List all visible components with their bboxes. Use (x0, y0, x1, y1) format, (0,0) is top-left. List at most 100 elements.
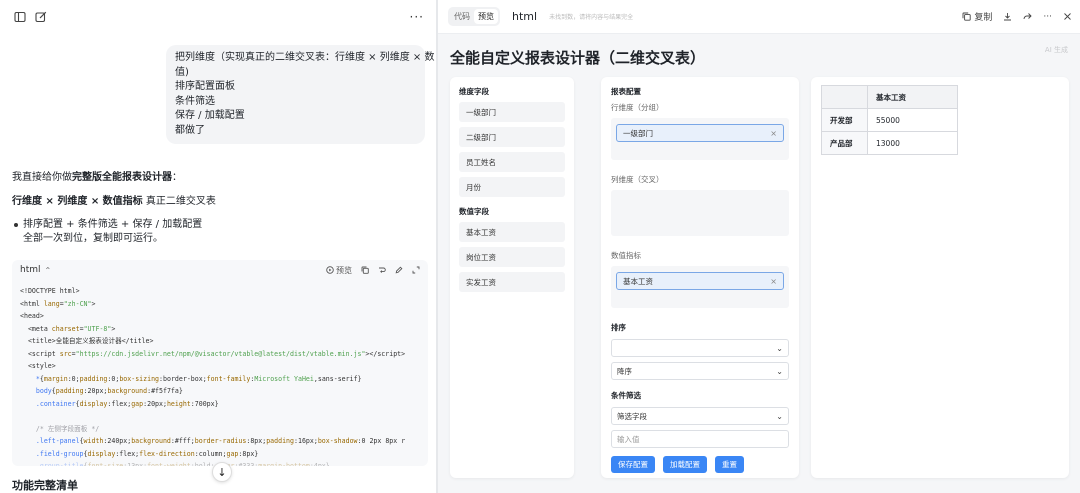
expand-icon[interactable] (412, 266, 420, 274)
dimension-field[interactable]: 一级部门 (459, 102, 565, 122)
reset-button[interactable]: 重置 (715, 456, 744, 473)
more-icon[interactable]: ··· (410, 10, 424, 24)
config-buttons: 保存配置 加载配置 重置 (611, 456, 789, 473)
column-dimension-label: 列维度（交叉） (611, 175, 664, 184)
chevron-down-icon: ⌄ (776, 366, 783, 376)
value-measure-dropzone[interactable]: 基本工资 × (611, 266, 789, 308)
filter-field-select[interactable]: 筛选字段 ⌄ (611, 407, 789, 425)
code-tools: 预览 (326, 265, 420, 276)
page-title: 全能自定义报表设计器（二维交叉表） (450, 49, 706, 67)
measure-field[interactable]: 岗位工资 (459, 247, 565, 267)
assistant-reply: 我直接给你做完整版全能报表设计器： 行维度 × 列维度 × 数值指标 真正二维交… (12, 170, 430, 246)
remove-chip-icon[interactable]: × (770, 129, 777, 138)
chevron-down-icon: ⌄ (776, 343, 783, 353)
save-config-button[interactable]: 保存配置 (611, 456, 655, 473)
reply-bullets: 排序配置 + 条件筛选 + 保存 / 加载配置 全部一次到位，复制即可运行。 (12, 218, 430, 246)
pivot-table: 基本工资 开发部 55000 产品部 13000 (821, 85, 958, 155)
remove-chip-icon[interactable]: × (770, 277, 777, 286)
user-message-line: 把列维度（实现真正的二维交叉表：行维度 × 列维度 × 数 (175, 52, 435, 63)
tab-preview[interactable]: 预览 (474, 9, 498, 24)
code-content: <!DOCTYPE html> <html lang="zh-CN"> <hea… (20, 287, 406, 466)
share-icon[interactable] (1023, 12, 1033, 21)
user-message-line: 排序配置面板 (175, 81, 235, 92)
row-header: 开发部 (821, 108, 868, 132)
table-cell: 55000 (867, 108, 958, 132)
reply-intro-suffix: ： (172, 172, 182, 183)
collapse-icon[interactable]: ⌃ (45, 266, 52, 275)
preview-toolbar: 代码 预览 html 未找到数，请将内容与结果完全 复制 ··· (438, 0, 1080, 34)
reply-formula: 行维度 × 列维度 × 数值指标 真正二维交叉表 (12, 194, 430, 209)
filter-value-input[interactable]: 输入值 (611, 430, 789, 448)
more-options-icon[interactable]: ··· (1043, 12, 1052, 22)
preview-icon (326, 266, 334, 274)
table-cell: 13000 (867, 131, 958, 155)
column-dimension-dropzone[interactable] (611, 190, 789, 236)
chevron-down-icon: ⌄ (776, 411, 783, 421)
reply-intro-text: 我直接给你做 (12, 172, 72, 183)
copy-label: 复制 (974, 13, 993, 23)
sort-order-select[interactable]: 降序 ⌄ (611, 362, 789, 380)
reply-formula-bold: 行维度 × 列维度 × 数值指标 (12, 196, 143, 207)
code-block-header: html ⌃ 预览 (12, 260, 428, 280)
preview-tools: 复制 ··· (962, 10, 1072, 23)
view-tabs: 代码 预览 (448, 7, 500, 26)
preview-label: 预览 (336, 265, 352, 275)
chip-label: 一级部门 (623, 128, 653, 138)
reply-bullet-line: 全部一次到位，复制即可运行。 (23, 233, 163, 244)
close-icon[interactable] (1063, 12, 1072, 21)
reply-bullet-line: 排序配置 + 条件筛选 + 保存 / 加载配置 (23, 219, 203, 230)
row-dimension-label: 行维度（分组） (611, 103, 664, 112)
table-row: 产品部 13000 (821, 131, 958, 155)
user-message-line: 条件筛选 (175, 95, 215, 107)
dimension-field[interactable]: 月份 (459, 177, 565, 197)
sidebar-toggle-icon[interactable] (12, 9, 28, 25)
document-hint: 未找到数，请将内容与结果完全 (549, 14, 634, 21)
sort-title: 排序 (611, 323, 626, 332)
select-value: 筛选字段 (617, 411, 647, 421)
copy-icon (962, 12, 972, 21)
user-message-line: 都做了 (175, 124, 205, 136)
value-measure-label: 数值指标 (611, 251, 641, 260)
edit-icon[interactable] (395, 266, 403, 274)
row-dimension-chip[interactable]: 一级部门 × (616, 124, 784, 142)
measure-group-title: 数值字段 (459, 207, 489, 216)
download-icon[interactable] (1003, 12, 1012, 21)
dimension-field[interactable]: 员工姓名 (459, 152, 565, 172)
field-panel: 维度字段 一级部门 二级部门 员工姓名 月份 数值字段 基本工资 岗位工资 实发… (450, 77, 574, 478)
dimension-field[interactable]: 二级部门 (459, 127, 565, 147)
filter-title: 条件筛选 (611, 391, 641, 400)
sort-field-select[interactable]: ⌄ (611, 339, 789, 357)
corner-cell (821, 85, 868, 109)
reply-intro-bold: 完整版全能报表设计器 (72, 172, 172, 183)
feature-list-heading: 功能完整清单 (12, 479, 78, 492)
tab-code[interactable]: 代码 (450, 9, 474, 24)
code-block: html ⌃ 预览 <!DOCTYPE html> <html lang="zh… (12, 260, 428, 466)
scroll-down-button[interactable]: ↓ (212, 462, 232, 482)
result-panel: 基本工资 开发部 55000 产品部 13000 (811, 77, 1069, 478)
code-language: html (20, 265, 41, 275)
config-panel: 报表配置 行维度（分组） 一级部门 × 列维度（交叉） 数值指标 基本工资 × … (601, 77, 799, 478)
row-header: 产品部 (821, 131, 868, 155)
chat-toolbar: ··· (0, 0, 436, 34)
user-message-bubble: 把列维度（实现真正的二维交叉表：行维度 × 列维度 × 数 值) 排序配置面板 … (166, 45, 435, 144)
measure-field[interactable]: 基本工资 (459, 222, 565, 242)
reply-bullet: 排序配置 + 条件筛选 + 保存 / 加载配置 全部一次到位，复制即可运行。 (12, 218, 430, 246)
table-header-row: 基本工资 (821, 85, 958, 109)
reply-intro: 我直接给你做完整版全能报表设计器： (12, 170, 430, 185)
measure-field[interactable]: 实发工资 (459, 272, 565, 292)
config-title: 报表配置 (611, 87, 641, 96)
new-chat-icon[interactable] (33, 9, 49, 25)
preview-button[interactable]: 预览 (326, 265, 352, 276)
load-config-button[interactable]: 加载配置 (663, 456, 707, 473)
wrap-icon[interactable] (378, 266, 386, 274)
value-measure-chip[interactable]: 基本工资 × (616, 272, 784, 290)
chat-pane: ··· 把列维度（实现真正的二维交叉表：行维度 × 列维度 × 数 值) 排序配… (0, 0, 436, 493)
select-value: 降序 (617, 366, 632, 376)
preview-pane: 代码 预览 html 未找到数，请将内容与结果完全 复制 ··· 全能自定义报表… (438, 0, 1080, 493)
column-header: 基本工资 (867, 85, 958, 109)
copy-code-icon[interactable] (361, 266, 369, 274)
copy-button[interactable]: 复制 (962, 10, 992, 23)
row-dimension-dropzone[interactable]: 一级部门 × (611, 118, 789, 160)
ai-generated-label: AI 生成 (1044, 46, 1068, 54)
chip-label: 基本工资 (623, 276, 653, 286)
